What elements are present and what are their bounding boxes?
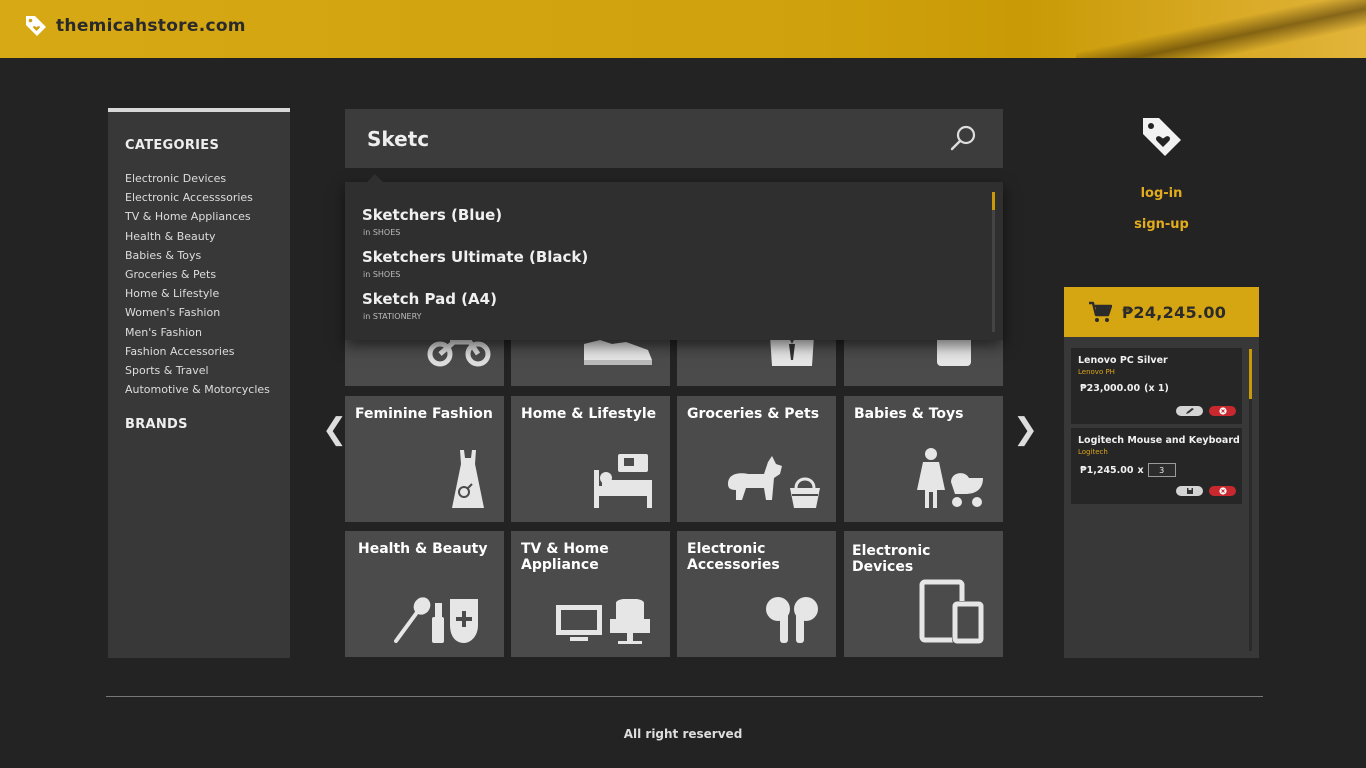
close-circle-icon bbox=[1218, 487, 1227, 495]
cart-icon bbox=[1089, 301, 1112, 322]
tile-label: Electronic Devices bbox=[852, 543, 931, 575]
suggestion-name: Sketchers Ultimate (Black) bbox=[362, 248, 589, 266]
category-link-babies-toys[interactable]: Babies & Toys bbox=[125, 246, 290, 265]
pencil-icon bbox=[1185, 408, 1194, 414]
cart-total: ₱24,245.00 bbox=[1122, 302, 1227, 322]
category-link-womens-fashion[interactable]: Women's Fashion bbox=[125, 303, 290, 322]
footer-copyright: All right reserved bbox=[623, 727, 743, 741]
tile-label: Babies & Toys bbox=[854, 406, 964, 422]
dress-icon bbox=[452, 450, 484, 508]
tag-heart-icon bbox=[26, 16, 46, 36]
remove-button[interactable] bbox=[1209, 406, 1236, 416]
earbuds-icon bbox=[766, 597, 818, 643]
suggestion-item[interactable]: Sketchers Ultimate (Black) in SHOES bbox=[362, 248, 588, 279]
category-link-groceries-pets[interactable]: Groceries & Pets bbox=[125, 265, 290, 284]
search-suggestions-dropdown: Sketchers (Blue) in SHOES Sketchers Ulti… bbox=[345, 174, 1003, 340]
category-link-electronic-devices[interactable]: Electronic Devices bbox=[125, 169, 290, 188]
cart-item-qty-prefix: x bbox=[1137, 464, 1144, 476]
cart-item-price-row: ₱1,245.00 x bbox=[1080, 463, 1235, 477]
tile-electronic-accessories[interactable]: Electronic Accessories bbox=[677, 531, 836, 657]
cart-scrollbar[interactable] bbox=[1249, 349, 1252, 651]
suggestion-item[interactable]: Sketch Pad (A4) in STATIONERY bbox=[362, 290, 497, 321]
category-link-home-lifestyle[interactable]: Home & Lifestyle bbox=[125, 284, 290, 303]
carousel-next-button[interactable]: ❯ bbox=[1013, 412, 1038, 447]
suggestion-name: Sketchers (Blue) bbox=[362, 206, 503, 224]
account-panel: log-in sign-up bbox=[1064, 114, 1259, 248]
cart-item-price-row: ₱23,000.00 (x 1) bbox=[1080, 383, 1235, 394]
suggestion-category: in SHOES bbox=[363, 228, 401, 237]
search-input[interactable] bbox=[345, 109, 945, 168]
tile-electronic-devices[interactable]: Electronic Devices bbox=[844, 531, 1003, 657]
header-decoration bbox=[1073, 0, 1366, 58]
header: themicahstore.com bbox=[0, 0, 1366, 58]
cart-panel: ₱24,245.00 Lenovo PC Silver Lenovo PH ₱2… bbox=[1064, 287, 1259, 658]
cart-item-quantity: (x 1) bbox=[1144, 383, 1169, 394]
tv-chair-icon bbox=[556, 599, 650, 644]
remove-button[interactable] bbox=[1209, 486, 1236, 496]
footer-divider bbox=[106, 696, 1263, 697]
suggestion-category: in STATIONERY bbox=[363, 312, 422, 321]
bed-icon bbox=[594, 454, 652, 508]
tile-babies-toys[interactable]: Babies & Toys bbox=[844, 396, 1003, 522]
beauty-icon bbox=[394, 597, 478, 643]
site-name: themicahstore.com bbox=[56, 16, 246, 36]
category-link-health-beauty[interactable]: Health & Beauty bbox=[125, 227, 290, 246]
dropdown-scrollbar[interactable] bbox=[992, 192, 995, 332]
brands-heading[interactable]: BRANDS bbox=[125, 417, 290, 432]
pets-basket-icon bbox=[728, 456, 820, 508]
suggestion-item[interactable]: Sketchers (Blue) in SHOES bbox=[362, 206, 502, 237]
category-sidebar: CATEGORIES Electronic Devices Electronic… bbox=[108, 108, 290, 658]
category-link-automotive[interactable]: Automotive & Motorcycles bbox=[125, 380, 290, 399]
tile-tv-home-appliance[interactable]: TV & Home Appliance bbox=[511, 531, 670, 657]
search-icon[interactable] bbox=[949, 123, 979, 153]
cart-item-name: Lenovo PC Silver bbox=[1078, 355, 1168, 366]
category-link-electronic-accessories[interactable]: Electronic Accesssories bbox=[125, 188, 290, 207]
mother-stroller-icon bbox=[917, 448, 983, 508]
devices-icon bbox=[919, 579, 984, 644]
category-list: Electronic Devices Electronic Accesssori… bbox=[125, 169, 290, 399]
cart-item: Lenovo PC Silver Lenovo PH ₱23,000.00 (x… bbox=[1071, 348, 1242, 424]
login-link[interactable]: log-in bbox=[1064, 186, 1259, 201]
cart-item-name: Logitech Mouse and Keyboard bbox=[1078, 435, 1240, 446]
tag-heart-icon bbox=[1142, 118, 1181, 156]
save-button[interactable] bbox=[1176, 486, 1203, 496]
category-link-sports-travel[interactable]: Sports & Travel bbox=[125, 361, 290, 380]
category-link-fashion-accessories[interactable]: Fashion Accessories bbox=[125, 342, 290, 361]
category-link-mens-fashion[interactable]: Men's Fashion bbox=[125, 323, 290, 342]
cart-item-brand: Logitech bbox=[1078, 448, 1108, 456]
cart-item-price: ₱23,000.00 bbox=[1080, 383, 1141, 394]
tile-label: Home & Lifestyle bbox=[521, 406, 657, 422]
tile-home-lifestyle[interactable]: Home & Lifestyle bbox=[511, 396, 670, 522]
tile-label: Feminine Fashion bbox=[355, 406, 493, 422]
cart-item-price: ₱1,245.00 bbox=[1080, 464, 1134, 476]
tile-health-beauty[interactable]: Health & Beauty bbox=[345, 531, 504, 657]
signup-link[interactable]: sign-up bbox=[1064, 217, 1259, 232]
cart-item-actions bbox=[1176, 486, 1236, 496]
search-bar bbox=[345, 109, 1003, 168]
suggestion-name: Sketch Pad (A4) bbox=[362, 290, 497, 308]
tile-label: Health & Beauty bbox=[358, 541, 488, 557]
dropdown-caret bbox=[367, 174, 383, 182]
suggestion-category: in SHOES bbox=[363, 270, 401, 279]
tile-feminine-fashion[interactable]: Feminine Fashion bbox=[345, 396, 504, 522]
brand-logo[interactable]: themicahstore.com bbox=[24, 14, 246, 38]
tile-groceries-pets[interactable]: Groceries & Pets bbox=[677, 396, 836, 522]
edit-button[interactable] bbox=[1176, 406, 1203, 416]
cart-item: Logitech Mouse and Keyboard Logitech ₱1,… bbox=[1071, 428, 1242, 504]
cart-header[interactable]: ₱24,245.00 bbox=[1064, 287, 1259, 337]
tile-label: Groceries & Pets bbox=[687, 406, 820, 422]
categories-heading: CATEGORIES bbox=[125, 138, 220, 153]
cart-item-actions bbox=[1176, 406, 1236, 416]
category-link-tv-home-appliances[interactable]: TV & Home Appliances bbox=[125, 207, 290, 226]
cart-item-brand: Lenovo PH bbox=[1078, 368, 1115, 376]
carousel-prev-button[interactable]: ❮ bbox=[322, 412, 347, 447]
close-circle-icon bbox=[1218, 407, 1227, 415]
tile-label: Electronic Accessories bbox=[687, 541, 780, 573]
quantity-input[interactable] bbox=[1147, 463, 1176, 477]
tile-label: TV & Home Appliance bbox=[521, 541, 609, 573]
save-icon bbox=[1186, 488, 1193, 494]
